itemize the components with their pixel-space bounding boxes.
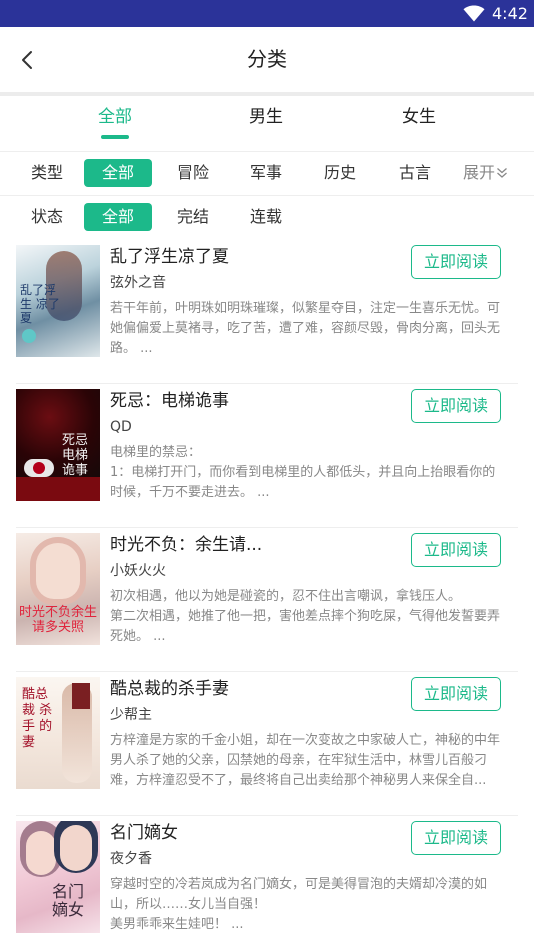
book-cover[interactable]: 死忌 电梯诡事: [16, 389, 100, 501]
tab-label: 全部: [98, 107, 132, 127]
book-cover[interactable]: 时光不负余生 请多关照: [16, 533, 100, 645]
book-cover[interactable]: 乱了浮生 凉了夏: [16, 245, 100, 357]
status-filter-row: 状态 全部 完结 连载: [0, 196, 534, 240]
book-title[interactable]: 名门嫡女: [110, 821, 178, 845]
status-chip-completed[interactable]: 完结: [159, 203, 227, 231]
type-chip-history[interactable]: 历史: [306, 159, 374, 187]
page-title: 分类: [247, 47, 287, 71]
type-chip-military[interactable]: 军事: [232, 159, 300, 187]
wifi-icon: [463, 5, 485, 22]
read-now-button[interactable]: 立即阅读: [411, 677, 501, 711]
book-author: 小妖火火: [110, 563, 166, 579]
read-now-button[interactable]: 立即阅读: [411, 389, 501, 423]
status-filter-label: 状态: [30, 207, 63, 226]
type-filter-row: 类型 全部 冒险 军事 历史 古言 展开: [0, 152, 534, 196]
book-item[interactable]: 死忌 电梯诡事 死忌：电梯诡事 QD 电梯里的禁忌： 1：电梯打开门，而你看到电…: [0, 384, 534, 528]
book-description: 穿越时空的冷若岚成为名门嫡女，可是美得冒泡的夫婿却冷漠的如山，所以……女儿当自强…: [110, 877, 488, 932]
book-cover[interactable]: 名门 嫡女: [16, 821, 100, 933]
type-chip-adventure[interactable]: 冒险: [159, 159, 227, 187]
book-item[interactable]: 时光不负余生 请多关照 时光不负：余生请... 小妖火火 初次相遇，他以为她是碰…: [0, 528, 534, 672]
status-bar: 4:42: [0, 0, 534, 27]
book-item[interactable]: 名门 嫡女 名门嫡女 夜夕香 穿越时空的冷若岚成为名门嫡女，可是美得冒泡的夫婿却…: [0, 816, 534, 949]
tab-female[interactable]: 女生: [359, 96, 479, 152]
book-description: 初次相遇，他以为她是碰瓷的，忍不住出言嘲讽，拿钱压人。 第二次相遇，她推了他一把…: [110, 589, 501, 644]
expand-label: 展开: [463, 163, 496, 182]
tab-label: 男生: [249, 107, 283, 127]
book-item[interactable]: 酷总裁 杀手 的妻 酷总裁的杀手妻 少帮主 方梓潼是方家的千金小姐，却在一次变故…: [0, 672, 534, 816]
book-title[interactable]: 乱了浮生凉了夏: [110, 245, 229, 269]
book-cover[interactable]: 酷总裁 杀手 的妻: [16, 677, 100, 789]
book-title[interactable]: 时光不负：余生请...: [110, 533, 262, 557]
book-description: 若干年前，叶明珠如明珠璀璨，似繁星夺目，注定一生喜乐无忧。可她偏偏爱上莫褚寻，吃…: [110, 301, 501, 356]
read-now-button[interactable]: 立即阅读: [411, 533, 501, 567]
gender-tabs: 全部 男生 女生: [0, 96, 534, 152]
book-title[interactable]: 酷总裁的杀手妻: [110, 677, 229, 701]
tab-underline: [101, 135, 129, 139]
cover-title: 时光不负余生 请多关照: [18, 605, 97, 635]
type-chip-ancient-romance[interactable]: 古言: [381, 159, 449, 187]
cover-title: 死忌 电梯诡事: [62, 433, 89, 478]
tab-male[interactable]: 男生: [206, 96, 326, 152]
type-filter-label: 类型: [30, 163, 63, 182]
status-time: 4:42: [492, 4, 528, 23]
book-author: 弦外之音: [110, 275, 166, 291]
cover-title: 名门 嫡女: [52, 882, 85, 919]
read-now-button[interactable]: 立即阅读: [411, 245, 501, 279]
book-title[interactable]: 死忌：电梯诡事: [110, 389, 229, 413]
status-chip-all[interactable]: 全部: [84, 203, 152, 231]
tab-label: 女生: [402, 107, 436, 127]
tab-all[interactable]: 全部: [55, 96, 175, 152]
cover-title: 乱了浮生 凉了夏: [20, 283, 60, 325]
book-description: 方梓潼是方家的千金小姐，却在一次变故之中家破人亡，神秘的中年男人杀了她的父亲，囚…: [110, 733, 501, 788]
book-description: 电梯里的禁忌： 1：电梯打开门，而你看到电梯里的人都低头，并且向上抬眼看你的时候…: [110, 445, 496, 500]
book-author: 少帮主: [110, 707, 152, 723]
book-item[interactable]: 乱了浮生 凉了夏 乱了浮生凉了夏 弦外之音 若干年前，叶明珠如明珠璀璨，似繁星夺…: [0, 240, 534, 384]
expand-button[interactable]: 展开: [463, 159, 508, 187]
book-author: 夜夕香: [110, 851, 152, 867]
type-chip-all[interactable]: 全部: [84, 159, 152, 187]
status-chip-serializing[interactable]: 连载: [232, 203, 300, 231]
read-now-button[interactable]: 立即阅读: [411, 821, 501, 855]
cover-title: 酷总裁 杀手 的妻: [22, 687, 53, 750]
double-chevron-down-icon: [497, 168, 507, 178]
nav-bar: 分类: [0, 27, 534, 92]
book-author: QD: [110, 419, 132, 435]
